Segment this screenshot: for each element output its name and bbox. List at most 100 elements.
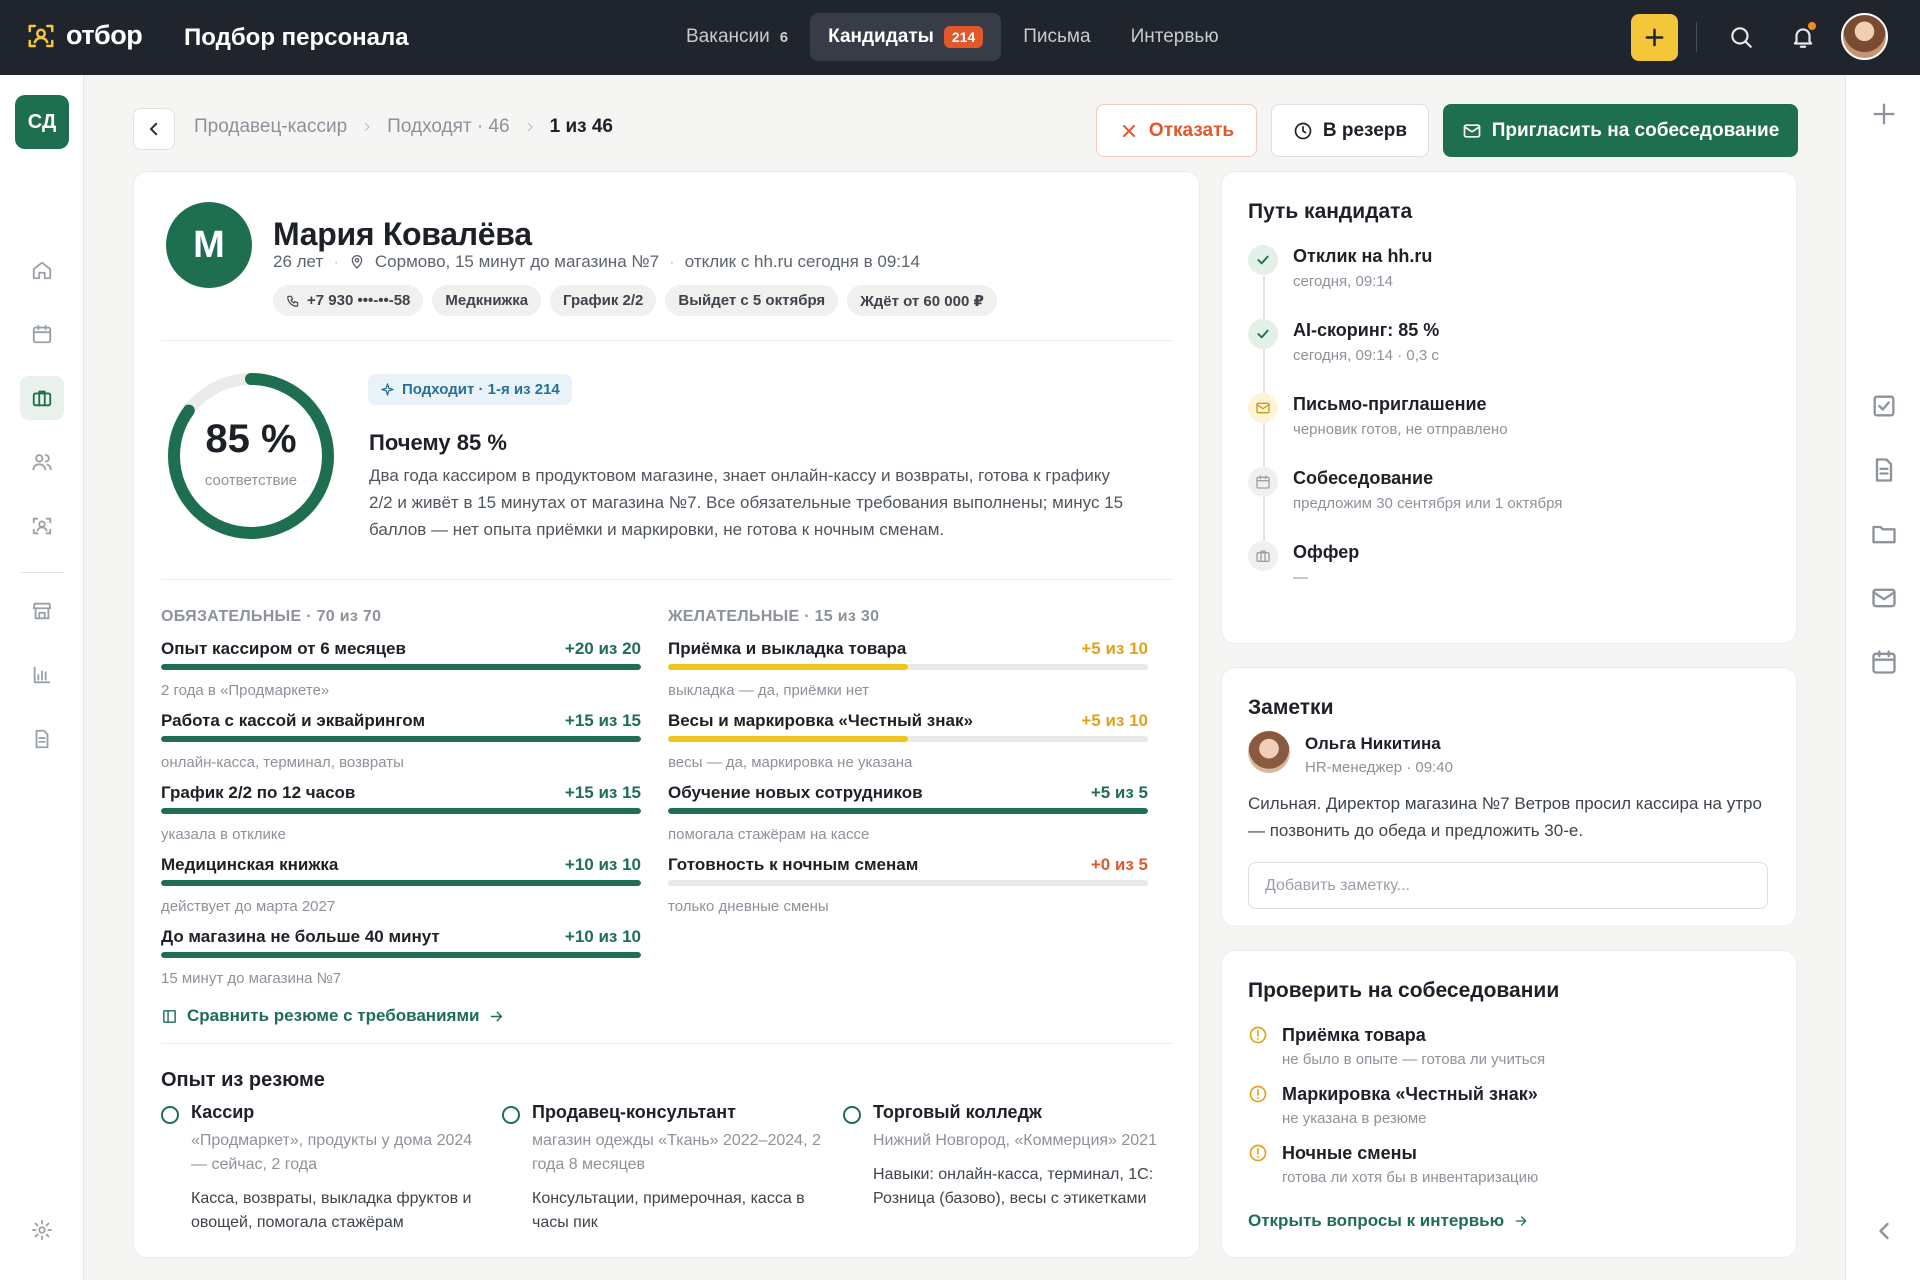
calendar-icon[interactable] xyxy=(1870,648,1898,676)
requirement-name: Весы и маркировка «Честный знак» xyxy=(668,711,973,730)
fit-badge-label: Подходит · 1-я из 214 xyxy=(402,381,560,398)
org-avatar[interactable]: СД xyxy=(15,95,69,149)
why-text: Два года кассиром в продуктовом магазине… xyxy=(369,466,1124,539)
reject-button[interactable]: Отказать xyxy=(1096,104,1257,157)
tab-interviews[interactable]: Интервью xyxy=(1113,13,1237,61)
chevron-left-icon[interactable] xyxy=(1870,1217,1898,1245)
score-value: 85 % xyxy=(205,417,297,461)
chip-phone[interactable]: +7 930 •••-••-58 xyxy=(273,285,424,316)
candidate-meta: 26 лет · Сормово, 15 минут до магазина №… xyxy=(273,252,920,272)
note-role: HR-менеджер · 09:40 xyxy=(1305,759,1453,776)
user-avatar[interactable] xyxy=(1841,13,1888,60)
invite-button[interactable]: Пригласить на собеседование xyxy=(1443,104,1798,157)
arrow-right-icon xyxy=(488,1008,505,1025)
requirement-name: Обучение новых сотрудников xyxy=(668,783,923,802)
experience-desc: Касса, возвраты, выкладка фруктов и овощ… xyxy=(191,1190,472,1231)
requirement-row: Опыт кассиром от 6 месяцев +20 из 20 2 год… xyxy=(161,639,641,699)
candidate-avatar: М xyxy=(166,202,252,288)
briefcase-icon[interactable] xyxy=(20,376,64,420)
settings-icon[interactable] xyxy=(20,1208,64,1252)
breadcrumb-vacancy[interactable]: Продавец-кассир xyxy=(194,116,347,138)
path-title: Путь кандидата xyxy=(1248,200,1413,223)
mail-icon xyxy=(1462,121,1482,141)
store-icon[interactable] xyxy=(20,589,64,633)
chip-label: Ждёт от 60 000 ₽ xyxy=(860,292,984,310)
folder-icon[interactable] xyxy=(1870,520,1898,548)
scan-user-icon[interactable] xyxy=(20,504,64,548)
tab-letters[interactable]: Письма xyxy=(1005,13,1108,61)
requirement-bar-fill xyxy=(668,808,1148,814)
invite-label: Пригласить на собеседование xyxy=(1491,119,1780,141)
chip-medbook: Медкнижка xyxy=(432,285,542,316)
tab-vacancies[interactable]: Вакансии 6 xyxy=(668,13,806,61)
requirement-name: Опыт кассиром от 6 месяцев xyxy=(161,639,406,658)
check-item-title: Приёмка товара xyxy=(1282,1025,1426,1045)
note-text: Сильная. Директор магазина №7 Ветров про… xyxy=(1248,794,1762,840)
requirement-row: До магазина не больше 40 минут +10 из 10 1… xyxy=(161,927,641,987)
users-icon[interactable] xyxy=(20,440,64,484)
checkbox-icon[interactable] xyxy=(1870,392,1898,420)
main-nav: Вакансии 6 Кандидаты 214 Письма Интервью xyxy=(668,13,1237,61)
back-button[interactable] xyxy=(133,108,175,150)
chevron-right-icon xyxy=(361,121,373,133)
create-button[interactable] xyxy=(1631,14,1678,61)
mandatory-title: ОБЯЗАТЕЛЬНЫЕ · 70 из 70 xyxy=(161,608,382,625)
optional-title: ЖЕЛАТЕЛЬНЫЕ · 15 из 30 xyxy=(668,608,880,625)
requirement-row: Медицинская книжка +10 из 10 действует до … xyxy=(161,855,641,915)
requirement-row: Обучение новых сотрудников +5 из 5 помогал… xyxy=(668,783,1148,843)
requirement-bar xyxy=(668,880,1148,886)
experience-desc: Консультации, примерочная, касса в часы … xyxy=(532,1190,805,1231)
mail-icon[interactable] xyxy=(1870,584,1898,612)
document-icon[interactable] xyxy=(1870,456,1898,484)
requirement-name: Медицинская книжка xyxy=(161,855,339,874)
tab-label: Письма xyxy=(1023,26,1091,47)
score-label: соответствие xyxy=(204,472,298,489)
step-title: Отклик на hh.ru xyxy=(1293,246,1433,266)
requirement-name: Приёмка и выкладка товара xyxy=(668,639,907,658)
add-note-input[interactable] xyxy=(1248,862,1768,909)
requirement-row: Весы и маркировка «Честный знак» +5 из 10… xyxy=(668,711,1148,771)
logo[interactable]: отбор xyxy=(26,20,143,51)
requirement-note: действует до марта 2027 xyxy=(161,898,336,915)
step-sub: предложим 30 сентября или 1 октября xyxy=(1293,495,1563,512)
requirement-header: Весы и маркировка «Честный знак» +5 из 10 xyxy=(668,711,1148,731)
plus-icon[interactable] xyxy=(1870,100,1898,128)
calendar-icon xyxy=(1248,467,1278,497)
divider xyxy=(1696,22,1697,52)
chip-label: Медкнижка xyxy=(445,292,529,309)
breadcrumb-stage[interactable]: Подходят · 46 xyxy=(387,116,509,138)
step-sub: сегодня, 09:14 xyxy=(1293,273,1394,290)
chip-schedule: График 2/2 xyxy=(550,285,657,316)
home-icon[interactable] xyxy=(20,248,64,292)
divider xyxy=(161,579,1173,580)
step-title: Собеседование xyxy=(1293,468,1434,488)
bell-icon[interactable] xyxy=(1788,22,1818,52)
requirement-score: +5 из 10 xyxy=(1081,711,1148,730)
divider xyxy=(161,340,1173,341)
reserve-button[interactable]: В резерв xyxy=(1271,104,1429,157)
document-icon[interactable] xyxy=(20,717,64,761)
requirement-note: весы — да, маркировка не указана xyxy=(668,754,913,771)
requirement-bar xyxy=(161,952,641,958)
chart-icon[interactable] xyxy=(20,653,64,697)
breadcrumb-position: 1 из 46 xyxy=(549,116,613,137)
requirement-note: указала в отклике xyxy=(161,826,287,843)
requirement-bar xyxy=(668,808,1148,814)
experience-role: Торговый колледж xyxy=(873,1102,1042,1122)
calendar-icon[interactable] xyxy=(20,312,64,356)
timeline-dot xyxy=(843,1106,861,1124)
experience-sub: «Продмаркет», продукты у дома 2024 — сей… xyxy=(191,1132,473,1173)
alert-icon xyxy=(1248,1025,1268,1045)
requirement-header: Опыт кассиром от 6 месяцев +20 из 20 xyxy=(161,639,641,659)
requirement-note: онлайн-касса, терминал, возвраты xyxy=(161,754,404,771)
divider xyxy=(20,572,64,573)
chevron-right-icon xyxy=(524,121,536,133)
note-author-avatar xyxy=(1248,731,1290,773)
tab-candidates[interactable]: Кандидаты 214 xyxy=(810,13,1002,61)
search-icon[interactable] xyxy=(1726,22,1756,52)
compare-link[interactable]: Сравнить резюме с требованиями xyxy=(161,1006,505,1026)
step-title: AI-скоринг: 85 % xyxy=(1293,320,1440,340)
reject-label: Отказать xyxy=(1148,119,1235,141)
divider xyxy=(161,1043,1173,1044)
interview-questions-link[interactable]: Открыть вопросы к интервью xyxy=(1248,1211,1529,1231)
